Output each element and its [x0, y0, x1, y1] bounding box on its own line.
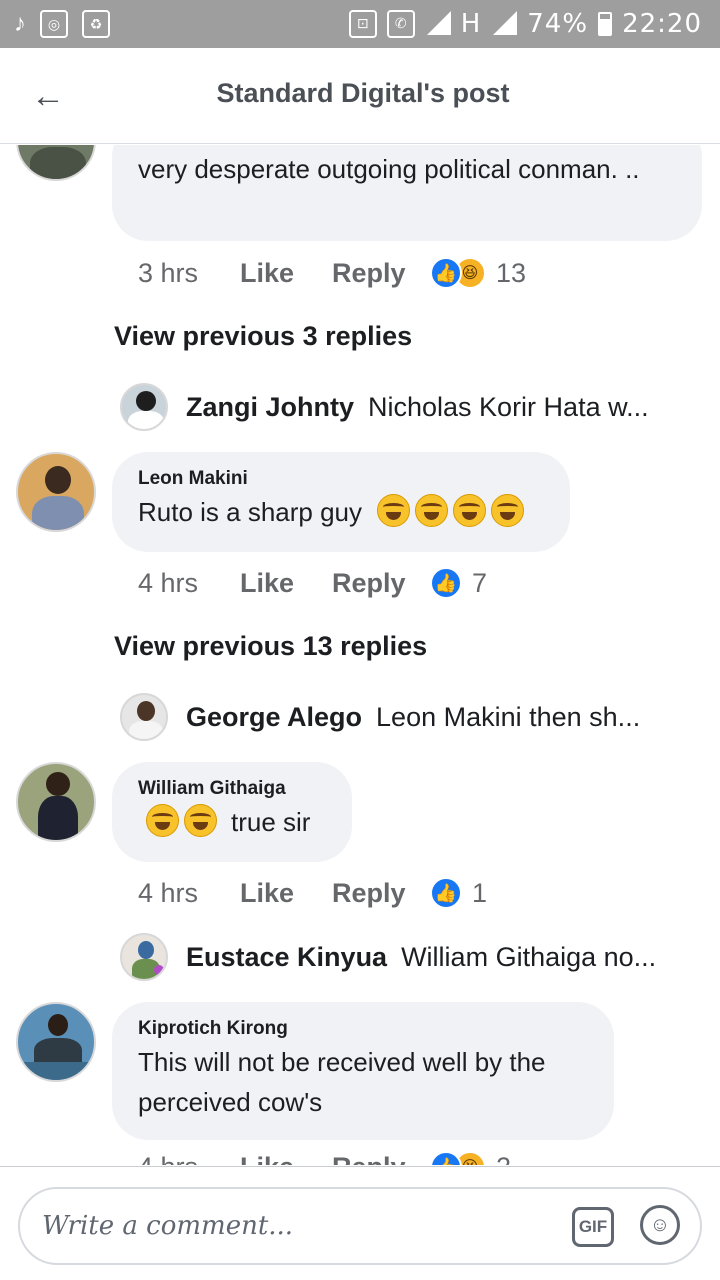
comment-text: true sir — [231, 807, 311, 837]
comment-bubble[interactable]: Kiprotich Kirong This will not be receiv… — [112, 1002, 614, 1140]
app-header: ← Standard Digital's post — [0, 48, 720, 144]
comment-time: 4 hrs — [138, 1152, 240, 1166]
signal-icon — [491, 11, 518, 37]
like-reaction-icon[interactable]: 👍 — [430, 257, 462, 289]
comment-composer-bar: GIF ☺ — [0, 1166, 720, 1280]
reply-author[interactable]: Eustace Kinyua — [186, 942, 387, 973]
avatar[interactable] — [16, 762, 96, 842]
rofl-emoji — [415, 494, 449, 527]
view-previous-replies[interactable]: View previous 3 replies — [114, 321, 412, 352]
reply-snippet: Nicholas Korir Hata w... — [368, 391, 649, 422]
rofl-emoji — [453, 494, 487, 527]
rofl-emoji — [491, 494, 525, 527]
reply-author[interactable]: George Alego — [186, 702, 362, 733]
smiley-icon[interactable]: ☺ — [640, 1205, 680, 1245]
camera-icon: ◎ — [40, 10, 68, 38]
comment-input[interactable] — [42, 1203, 542, 1249]
comment-time: 4 hrs — [138, 877, 199, 908]
avatar[interactable] — [16, 1002, 96, 1082]
reply-preview[interactable]: George Alego Leon Makini then sh... — [120, 693, 700, 741]
page-title: Standard Digital's post — [216, 78, 510, 108]
reaction-count[interactable]: 7 — [472, 568, 487, 599]
like-link[interactable]: Like — [240, 568, 332, 599]
comment-author[interactable]: William Githaiga — [138, 776, 326, 802]
comment-actions: 4 hrs Like Reply 👍 😆 2 — [138, 1147, 511, 1165]
comment-bubble[interactable]: Leon Makini Ruto is a sharp guy — [112, 452, 570, 552]
reply-preview[interactable]: Zangi Johnty Nicholas Korir Hata w... — [120, 383, 700, 431]
avatar[interactable] — [16, 145, 96, 181]
joy-emoji — [184, 804, 217, 837]
recycle-icon: ♻ — [82, 10, 110, 38]
avatar — [120, 693, 168, 741]
comments-feed[interactable]: very desperate outgoing political conman… — [0, 145, 720, 1165]
comment-actions: 3 hrs Like Reply 👍 😆 13 — [138, 253, 526, 293]
comment-text: very desperate outgoing political conman… — [138, 154, 640, 184]
joy-emoji — [146, 804, 179, 837]
reply-link[interactable]: Reply — [332, 258, 430, 289]
battery-icon — [598, 12, 613, 36]
like-reaction-icon[interactable]: 👍 — [430, 877, 462, 909]
comment-bubble[interactable]: William Githaiga true sir — [112, 762, 352, 862]
comment-text: Ruto is a sharp guy — [138, 497, 363, 527]
avatar — [120, 383, 168, 431]
phone-icon: ✆ — [386, 10, 415, 38]
comment-composer[interactable]: GIF ☺ — [18, 1187, 702, 1265]
rofl-emoji — [377, 494, 411, 527]
view-previous-replies[interactable]: View previous 13 replies — [114, 631, 427, 662]
like-link[interactable]: Like — [240, 1152, 332, 1166]
avatar[interactable] — [16, 452, 96, 532]
reply-snippet: Leon Makini then sh... — [376, 701, 641, 732]
comment-actions: 4 hrs Like Reply 👍 1 — [138, 873, 487, 913]
music-note-icon: ♪ — [14, 10, 26, 37]
reply-author[interactable]: Zangi Johnty — [186, 392, 354, 423]
reply-link[interactable]: Reply — [332, 878, 430, 909]
comment-text-line: Ruto is a sharp guy — [138, 492, 544, 532]
like-link[interactable]: Like — [240, 258, 332, 289]
reply-link[interactable]: Reply — [332, 1152, 430, 1166]
network-type: H — [460, 9, 482, 39]
reply-snippet: William Githaiga no... — [401, 941, 657, 972]
gif-button[interactable]: GIF — [572, 1207, 614, 1247]
like-reaction-icon[interactable]: 👍 — [430, 567, 462, 599]
clock: 22:20 — [622, 9, 702, 39]
reply-link[interactable]: Reply — [332, 568, 430, 599]
reaction-count[interactable]: 13 — [496, 258, 526, 289]
comment-bubble[interactable]: very desperate outgoing political conman… — [112, 145, 702, 241]
status-bar: ♪ ◎ ♻ ⊡ ✆ H 74% 22:20 — [0, 0, 720, 48]
reaction-count[interactable]: 1 — [472, 878, 487, 909]
comment-time: 3 hrs — [138, 257, 199, 288]
comment-text-line: true sir — [138, 802, 326, 842]
comment-author[interactable]: Kiprotich Kirong — [138, 1016, 588, 1042]
like-link[interactable]: Like — [240, 878, 332, 909]
cast-icon: ⊡ — [348, 10, 377, 38]
comment-time: 4 hrs — [138, 567, 199, 598]
reply-preview[interactable]: Eustace Kinyua William Githaiga no... — [120, 933, 700, 981]
avatar — [120, 933, 168, 981]
like-reaction-icon[interactable]: 👍 — [430, 1151, 462, 1165]
comment-author[interactable]: Leon Makini — [138, 466, 544, 492]
comment-text: This will not be received well by the pe… — [138, 1047, 546, 1117]
signal-icon — [425, 11, 451, 37]
comment-actions: 4 hrs Like Reply 👍 7 — [138, 563, 487, 603]
battery-percent: 74% — [527, 9, 589, 39]
reaction-count[interactable]: 2 — [496, 1152, 511, 1166]
